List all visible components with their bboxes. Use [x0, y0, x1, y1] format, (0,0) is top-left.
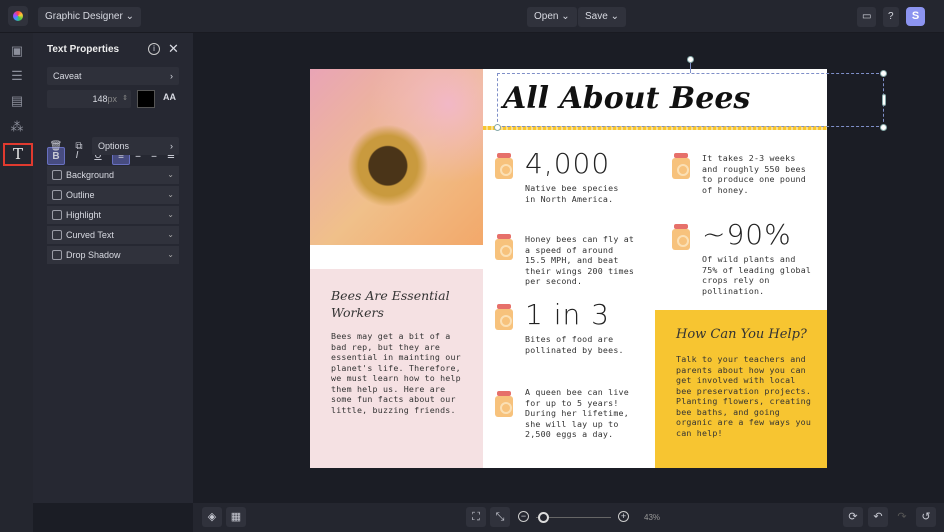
options-button[interactable]: Options ›	[92, 137, 179, 155]
checkbox[interactable]	[52, 170, 62, 180]
zoom-level: 43%	[644, 513, 661, 522]
close-icon[interactable]: ✕	[168, 41, 179, 57]
resize-handle[interactable]	[882, 94, 886, 106]
undo-icon[interactable]: ↶	[868, 507, 888, 527]
rotate-handle-knob[interactable]	[687, 56, 694, 63]
font-size-unit: px	[107, 94, 117, 104]
accordion-label: Drop Shadow	[66, 250, 121, 260]
checkbox[interactable]	[52, 230, 62, 240]
accordion-label: Curved Text	[66, 230, 114, 240]
stat-text: A queen bee can live for up to 5 years! …	[525, 387, 629, 439]
save-label: Save	[585, 11, 608, 22]
resize-handle[interactable]	[494, 124, 501, 131]
checkbox[interactable]	[52, 250, 62, 260]
yellow-block[interactable]: How Can You Help? Talk to your teachers …	[655, 310, 827, 468]
history-icon[interactable]: ↺	[916, 507, 936, 527]
layers-icon[interactable]: ◈	[202, 507, 222, 527]
tool-rail: ▣ ☰ ▤ ⁂ T	[0, 33, 33, 532]
chevron-down-icon: ⌄	[167, 210, 174, 219]
accordion-background[interactable]: Background ⌄	[47, 166, 179, 184]
accordion-drop-shadow[interactable]: Drop Shadow ⌄	[47, 246, 179, 264]
chevron-down-icon: ⌄	[167, 230, 174, 239]
sync-icon[interactable]: ⟳	[843, 507, 863, 527]
stat-number: ~90%	[702, 218, 792, 251]
info-icon[interactable]: i	[148, 43, 160, 55]
pink-body: Bees may get a bit of a bad rep, but the…	[331, 331, 461, 415]
duplicate-icon[interactable]: ⧉	[70, 138, 88, 156]
options-label: Options	[98, 141, 130, 151]
text-color-swatch[interactable]	[137, 90, 155, 108]
comments-icon[interactable]: ▭	[857, 7, 877, 27]
grid-icon[interactable]: ▦	[226, 507, 246, 527]
zoom-slider-knob[interactable]	[538, 512, 549, 523]
bottom-toolbar: ◈ ▦ ⛶ ⤡ − + 43% ⟳ ↶ ↷ ↺	[193, 503, 944, 532]
honey-jar-icon	[495, 234, 513, 260]
open-button[interactable]: Open ⌄	[527, 7, 577, 27]
app-logo[interactable]	[8, 6, 28, 26]
stat-text: Honey bees can fly at a speed of around …	[525, 234, 635, 286]
zoom-slider[interactable]	[536, 512, 611, 523]
checkbox[interactable]	[52, 210, 62, 220]
honey-jar-icon	[495, 391, 513, 417]
adjust-icon[interactable]: ☰	[7, 66, 27, 86]
resize-handle[interactable]	[880, 70, 887, 77]
open-label: Open	[534, 11, 559, 22]
layout-icon[interactable]: ▤	[7, 91, 27, 111]
text-properties-panel: Text Properties i ✕ Caveat › 148px ⇕ AA B …	[33, 33, 193, 503]
save-button[interactable]: Save ⌄	[578, 7, 626, 27]
design-canvas[interactable]: Bees Are Essential Workers Bees may get …	[310, 69, 827, 468]
yellow-heading: How Can You Help?	[676, 327, 807, 342]
project-label: Graphic Designer	[45, 11, 123, 22]
accordion-label: Outline	[66, 190, 95, 200]
stat-text: It takes 2-3 weeks and roughly 550 bees …	[702, 153, 806, 195]
honey-jar-icon	[672, 153, 690, 179]
accordion-label: Background	[66, 170, 115, 180]
accordion-curved-text[interactable]: Curved Text ⌄	[47, 226, 179, 244]
top-bar: Graphic Designer ⌄ Open ⌄ Save ⌄ ▭ ? S	[0, 0, 944, 33]
font-label: Caveat	[53, 71, 82, 81]
actual-size-icon[interactable]: ⤡	[490, 507, 510, 527]
help-icon[interactable]: ?	[883, 7, 899, 27]
accordion-outline[interactable]: Outline ⌄	[47, 186, 179, 204]
stat-number: 4,000	[525, 147, 611, 180]
font-size-value: 148	[92, 94, 108, 104]
bee-photo[interactable]	[310, 69, 483, 245]
stat-number: 1 in 3	[525, 298, 610, 331]
fit-screen-icon[interactable]: ⛶	[466, 507, 486, 527]
font-size-input[interactable]: 148px ⇕	[47, 90, 131, 108]
size-stepper-icon[interactable]: ⇕	[122, 90, 128, 108]
yellow-body: Talk to your teachers and parents about …	[676, 354, 812, 438]
chevron-down-icon: ⌄	[167, 250, 174, 259]
delete-icon[interactable]: 🗑	[47, 138, 65, 156]
redo-icon[interactable]: ↷	[892, 507, 912, 527]
pink-block[interactable]: Bees Are Essential Workers Bees may get …	[310, 269, 483, 468]
honey-jar-icon	[495, 153, 513, 179]
zoom-in-icon[interactable]: +	[618, 511, 629, 522]
stat-text: Bites of food are pollinated by bees.	[525, 334, 624, 355]
graphics-icon[interactable]: ⁂	[7, 117, 27, 137]
pink-heading: Bees Are Essential Workers	[331, 288, 450, 320]
zoom-out-icon[interactable]: −	[518, 511, 529, 522]
stat-text: Of wild plants and 75% of leading global…	[702, 254, 812, 296]
project-type-dropdown[interactable]: Graphic Designer ⌄	[38, 7, 141, 27]
stat-text: Native bee species in North America.	[525, 183, 619, 204]
checkbox[interactable]	[52, 190, 62, 200]
honey-jar-icon	[672, 224, 690, 250]
image-icon[interactable]: ▣	[7, 41, 27, 61]
chevron-down-icon: ⌄	[167, 190, 174, 199]
letter-spacing-icon[interactable]: AA	[163, 92, 176, 102]
accordion-label: Highlight	[66, 210, 102, 220]
resize-handle[interactable]	[880, 124, 887, 131]
font-family-select[interactable]: Caveat ›	[47, 67, 179, 85]
panel-title: Text Properties	[47, 44, 120, 55]
honey-jar-icon	[495, 304, 513, 330]
text-icon[interactable]: T	[3, 143, 33, 166]
avatar[interactable]: S	[906, 7, 925, 26]
chevron-down-icon: ⌄	[167, 170, 174, 179]
selection-box[interactable]	[497, 73, 884, 127]
accordion-highlight[interactable]: Highlight ⌄	[47, 206, 179, 224]
